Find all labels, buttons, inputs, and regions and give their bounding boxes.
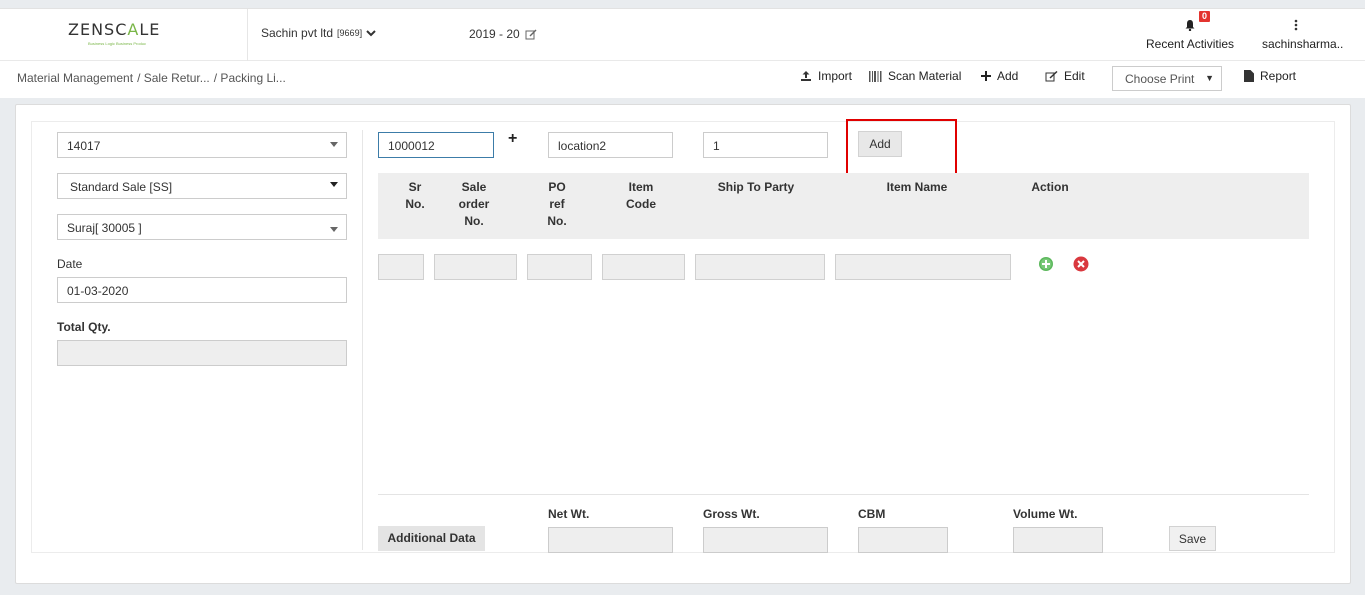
file-icon [1244,70,1254,82]
bell-icon [1185,20,1195,31]
gross-wt-label: Gross Wt. [703,507,760,521]
customer-select[interactable]: Suraj[ 30005 ] [57,214,347,240]
remove-row-icon[interactable] [1073,256,1089,272]
edit-icon [525,29,537,39]
company-selector[interactable]: Sachin pvt ltd [9669] [261,26,376,40]
row-po-ref-input[interactable] [527,254,592,280]
net-wt-field[interactable] [548,527,673,553]
column-header-item-code: Item Code [626,180,656,211]
breadcrumb-item[interactable]: / Sale Retur... [137,71,210,85]
column-header-sr-no: Sr No. [405,180,425,211]
column-divider [362,130,363,550]
barcode-icon [869,70,882,82]
column-header-po-ref-no: PO ref No. [547,180,567,228]
date-field[interactable]: 01-03-2020 [57,277,347,303]
edit-button[interactable]: Edit [1045,69,1085,83]
import-button[interactable]: Import [800,69,852,83]
total-qty-label: Total Qty. [57,320,111,334]
logo-tagline: Business Logic Business Produc [88,41,147,46]
dropdown-arrow-icon [330,227,338,232]
page-toolbar: Material Management / Sale Retur... / Pa… [0,61,1365,98]
zenscale-logo[interactable]: ZENSCALE Business Logic Business Produc [68,20,183,54]
location-input[interactable]: location2 [548,132,673,158]
net-wt-label: Net Wt. [548,507,590,521]
row-sale-order-input[interactable] [434,254,517,280]
cbm-label: CBM [858,507,886,521]
fiscal-year[interactable]: 2019 - 20 [469,27,537,41]
fiscal-year-label: 2019 - 20 [469,27,520,41]
breadcrumb-item[interactable]: / Packing Li... [214,71,286,85]
save-button[interactable]: Save [1169,526,1216,551]
edit-icon [1045,70,1058,81]
row-sr-no-input[interactable] [378,254,424,280]
cbm-field[interactable] [858,527,948,553]
recent-activities[interactable]: 0 Recent Activities [1146,9,1234,61]
recent-activities-label: Recent Activities [1146,37,1235,51]
quantity-input[interactable]: 1 [703,132,828,158]
total-qty-field [57,340,347,366]
column-header-item-name: Item Name [886,180,948,194]
barcode-input[interactable]: 1000012 [378,132,494,158]
upload-icon [801,71,811,81]
row-item-name-input[interactable] [835,254,1011,280]
dropdown-arrow-icon [330,182,338,187]
column-header-ship-to-party: Ship To Party [717,180,795,194]
footer-divider [378,494,1309,495]
chevron-down-icon [366,30,376,37]
kebab-menu-icon [1294,19,1298,31]
plus-icon [981,71,991,81]
volume-wt-label: Volume Wt. [1013,507,1078,521]
add-row-icon[interactable] [1038,256,1054,272]
scan-material-button[interactable]: Scan Material [869,69,961,83]
user-menu[interactable]: sachinsharma.. [1260,9,1343,61]
add-button[interactable]: Add [981,69,1018,83]
volume-wt-field[interactable] [1013,527,1103,553]
company-code: [9669] [337,28,363,38]
row-item-code-input[interactable] [602,254,685,280]
column-header-sale-order-no: Sale order No. [458,180,490,228]
notification-badge: 0 [1199,11,1211,22]
breadcrumb: Material Management / Sale Retur... / Pa… [17,71,286,85]
gross-wt-field[interactable] [703,527,828,553]
table-header: Sr No. Sale order No. PO ref No. Item Co… [378,173,1309,239]
top-header: ZENSCALE Business Logic Business Produc … [0,8,1365,61]
highlight-box [846,119,957,175]
add-row-plus-button[interactable]: + [508,130,517,148]
additional-data-button[interactable]: Additional Data [378,526,485,551]
dropdown-arrow-icon [330,142,338,147]
header-divider [247,9,248,61]
user-name: sachinsharma.. [1262,37,1344,51]
party-code-select[interactable]: 14017 [57,132,347,158]
sale-type-select[interactable]: Standard Sale [SS] [57,173,347,199]
report-button[interactable]: Report [1244,69,1296,83]
dropdown-caret-icon: ▼ [1205,73,1214,83]
company-name: Sachin pvt ltd [261,26,334,40]
date-label: Date [57,257,83,271]
column-header-action: Action [1031,180,1069,194]
choose-print-select[interactable]: Choose Print ▼ [1112,66,1222,91]
row-ship-to-party-input[interactable] [695,254,825,280]
breadcrumb-item[interactable]: Material Management [17,71,133,85]
